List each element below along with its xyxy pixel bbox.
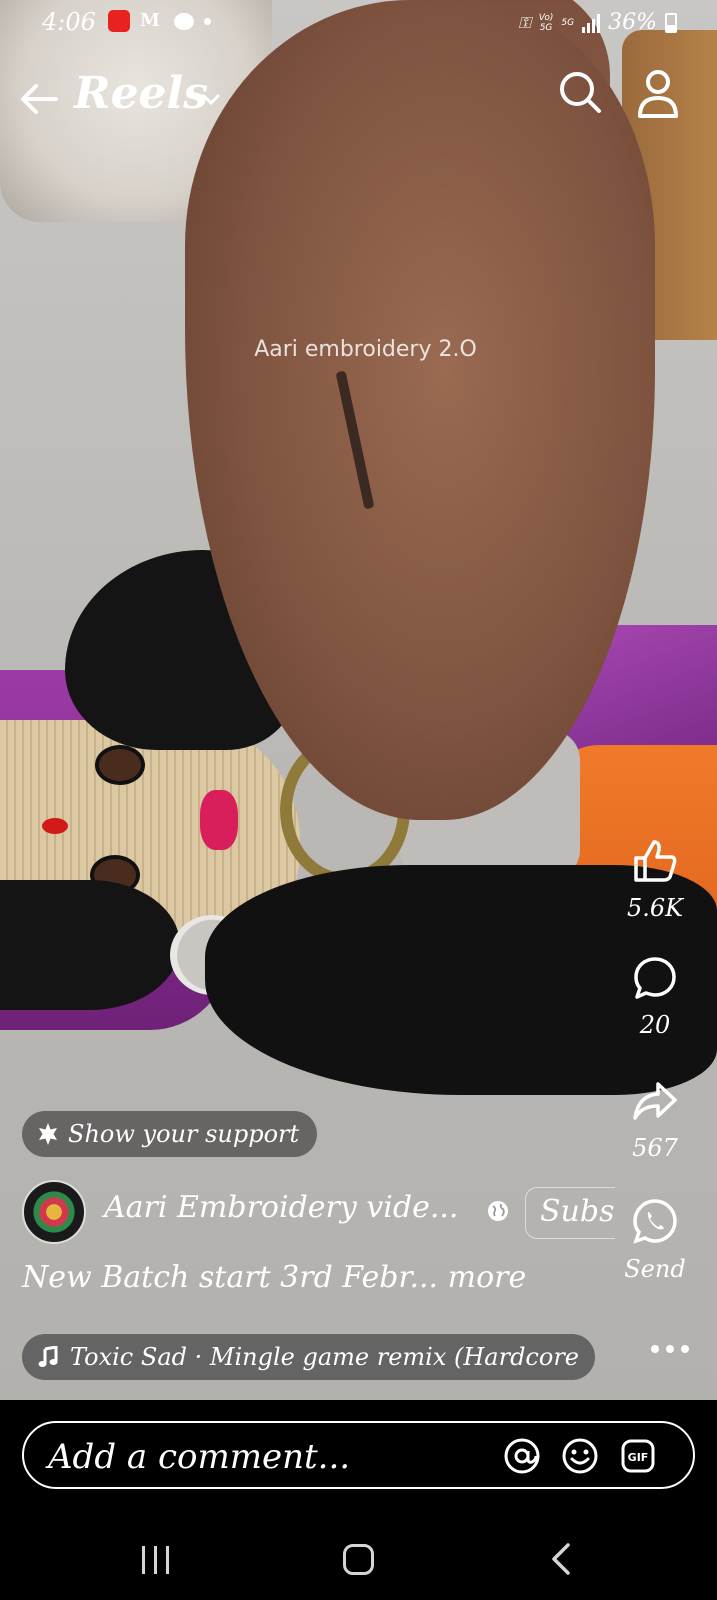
globe-icon xyxy=(488,1201,508,1221)
emoji-icon[interactable] xyxy=(562,1438,598,1474)
channel-avatar[interactable] xyxy=(22,1180,86,1244)
like-count: 5.6K xyxy=(626,894,684,922)
send-label: Send xyxy=(624,1255,686,1283)
status-bar: 4:06 M ⚿ Vo) 5G 5G 36% xyxy=(0,0,717,46)
comment-input[interactable]: Add a comment... GIF xyxy=(22,1421,695,1489)
more-options-icon[interactable] xyxy=(651,1345,689,1353)
message-notification-icon xyxy=(174,12,194,30)
back-arrow-icon[interactable] xyxy=(18,78,60,120)
video-watermark: Aari embroidery 2.O xyxy=(254,337,477,362)
share-count: 567 xyxy=(632,1134,678,1162)
m-notification-icon: M xyxy=(140,10,160,31)
app-notification-icon xyxy=(108,10,130,32)
music-note-icon xyxy=(38,1346,58,1367)
recent-apps-icon[interactable] xyxy=(142,1546,169,1574)
music-track-pill[interactable]: Toxic Sad · Mingle game remix (Hardcore xyxy=(22,1334,595,1380)
share-icon[interactable] xyxy=(632,1078,678,1124)
volte-icon: Vo) 5G xyxy=(538,12,554,33)
embroidery-bindi xyxy=(42,818,68,834)
status-right: ⚿ Vo) 5G 5G 36% xyxy=(519,10,677,35)
share-action[interactable]: 567 xyxy=(615,1078,695,1162)
signal-icon xyxy=(582,13,601,33)
vpn-key-icon: ⚿ xyxy=(518,12,531,32)
comment-placeholder: Add a comment... xyxy=(48,1437,351,1477)
subscribe-button[interactable]: Subs xyxy=(525,1187,615,1239)
music-track-title: Toxic Sad · Mingle game remix (Hardcore xyxy=(70,1343,579,1371)
comment-icon[interactable] xyxy=(632,955,678,1001)
gif-icon[interactable]: GIF xyxy=(620,1438,656,1474)
whatsapp-icon[interactable] xyxy=(631,1197,679,1245)
embroidery-lips xyxy=(200,790,238,850)
channel-name[interactable]: Aari Embroidery vide... xyxy=(104,1190,458,1225)
battery-percent: 36% xyxy=(608,10,657,35)
whatsapp-send-action[interactable]: Send xyxy=(615,1197,695,1283)
system-back-icon[interactable] xyxy=(548,1542,576,1576)
support-label: Show your support xyxy=(68,1120,300,1148)
page-title[interactable]: Reels xyxy=(74,68,208,119)
embroidery-hair-left xyxy=(0,880,180,1010)
top-nav: Reels xyxy=(0,62,717,132)
more-notifications-icon xyxy=(204,17,211,25)
comment-action[interactable]: 20 xyxy=(615,955,695,1039)
comment-count: 20 xyxy=(639,1011,671,1039)
profile-icon[interactable] xyxy=(635,68,681,120)
battery-icon xyxy=(665,12,677,33)
notification-icons: M xyxy=(108,10,211,32)
svg-text:GIF: GIF xyxy=(628,1451,649,1464)
chevron-down-icon[interactable] xyxy=(200,88,222,110)
system-nav-bar xyxy=(0,1510,717,1600)
like-action[interactable]: 5.6K xyxy=(615,838,695,922)
5g-icon: 5G xyxy=(561,17,575,28)
support-badge-icon xyxy=(39,1123,57,1145)
embroidery-eye xyxy=(95,745,145,785)
thumbs-up-icon[interactable] xyxy=(632,838,678,884)
search-icon[interactable] xyxy=(556,68,604,116)
show-support-button[interactable]: Show your support xyxy=(22,1111,318,1157)
status-time: 4:06 xyxy=(42,8,96,36)
at-icon[interactable] xyxy=(504,1438,540,1474)
home-icon[interactable] xyxy=(343,1544,374,1575)
post-caption[interactable]: New Batch start 3rd Febr... more xyxy=(22,1260,526,1295)
